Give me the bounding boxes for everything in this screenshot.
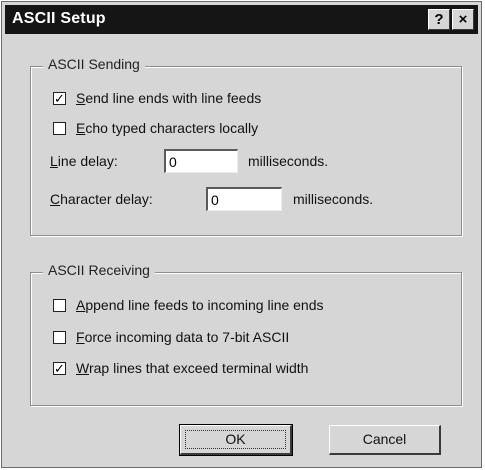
append-line-feeds-checkbox[interactable]: [53, 298, 66, 312]
ascii-sending-legend: ASCII Sending: [43, 56, 145, 72]
line-feeds-checkbox[interactable]: ✓: [53, 91, 66, 105]
window-title: ASCII Setup: [12, 10, 106, 27]
force-7bit-checkbox[interactable]: [53, 330, 66, 344]
ok-button[interactable]: OK: [179, 424, 293, 456]
character-delay-unit: milliseconds.: [293, 191, 374, 207]
force-7bit-option[interactable]: Force incoming data to 7-bit ASCII: [53, 329, 289, 345]
ascii-receiving-legend: ASCII Receiving: [43, 262, 155, 278]
cancel-button[interactable]: Cancel: [329, 425, 441, 455]
append-line-feeds-label: Append line feeds to incoming line ends: [76, 297, 324, 313]
echo-option[interactable]: Echo typed characters locally: [53, 120, 258, 136]
append-line-feeds-option[interactable]: Append line feeds to incoming line ends: [53, 297, 324, 313]
echo-checkbox[interactable]: [53, 121, 66, 135]
wrap-lines-option[interactable]: ✓ Wrap lines that exceed terminal width: [53, 360, 308, 376]
focus-rect: [185, 430, 286, 449]
ascii-setup-dialog: ASCII Setup ? × ASCII Sending ✓ Send lin…: [1, 1, 482, 468]
cancel-button-label: Cancel: [362, 431, 407, 447]
wrap-lines-label: Wrap lines that exceed terminal width: [76, 360, 309, 376]
line-feeds-option[interactable]: ✓ Send line ends with line feeds: [53, 90, 261, 106]
help-icon[interactable]: ?: [428, 9, 450, 30]
line-delay-label: Line delay:: [50, 153, 118, 169]
close-icon[interactable]: ×: [452, 9, 474, 30]
character-delay-input[interactable]: [206, 187, 282, 211]
force-7bit-label: Force incoming data to 7-bit ASCII: [76, 329, 290, 345]
line-delay-input[interactable]: [164, 149, 238, 173]
ascii-sending-group: ASCII Sending ✓ Send line ends with line…: [30, 56, 462, 236]
ascii-receiving-group: ASCII Receiving Append line feeds to inc…: [30, 262, 462, 406]
title-bar[interactable]: ASCII Setup ? ×: [5, 5, 478, 34]
echo-label: Echo typed characters locally: [76, 120, 259, 136]
line-feeds-label: Send line ends with line feeds: [76, 90, 262, 106]
wrap-lines-checkbox[interactable]: ✓: [53, 361, 66, 375]
character-delay-label: Character delay:: [50, 191, 153, 207]
line-delay-unit: milliseconds.: [248, 153, 329, 169]
